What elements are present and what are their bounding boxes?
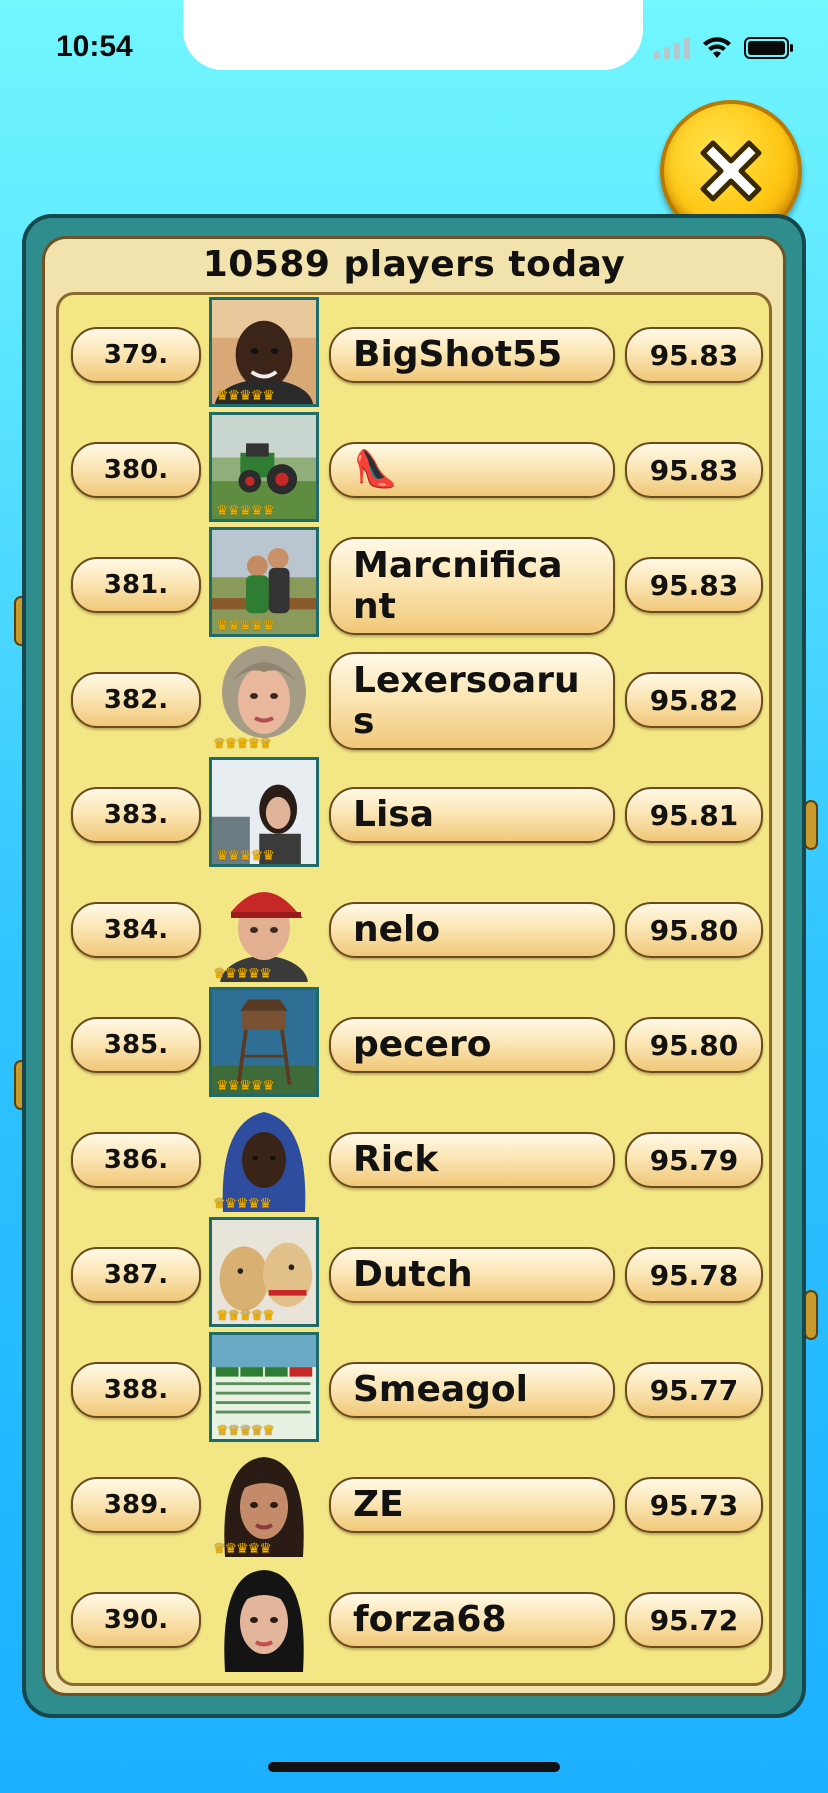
- player-name: Smeagol: [329, 1362, 615, 1418]
- player-name: Dutch: [329, 1247, 615, 1303]
- player-score: 95.73: [625, 1477, 763, 1533]
- player-score: 95.72: [625, 1592, 763, 1648]
- crown-rating: ♛♛♛♛♛: [216, 618, 275, 634]
- battery-icon: [744, 36, 794, 60]
- leaderboard-row[interactable]: 385. ♛♛♛♛♛ pecero 95.80: [59, 985, 769, 1100]
- crown-rating: ♛♛♛♛♛: [213, 1196, 272, 1212]
- crown-rating: ♛♛♛♛♛: [216, 848, 275, 864]
- rank-badge: 385.: [71, 1017, 201, 1073]
- player-name: Rick: [329, 1132, 615, 1188]
- frame-rivet: [804, 800, 818, 850]
- frame-rivet: [804, 1290, 818, 1340]
- rank-badge: 390.: [71, 1592, 201, 1648]
- player-avatar[interactable]: ♛♛♛♛♛: [209, 987, 319, 1097]
- player-name: pecero: [329, 1017, 615, 1073]
- black-hair-woman-avatar: [224, 1570, 304, 1672]
- player-avatar[interactable]: ♛♛♛♛♛: [209, 1332, 319, 1442]
- leaderboard-row[interactable]: 386. ♛♛♛♛♛ Rick 95.79: [59, 1100, 769, 1215]
- player-name: ZE: [329, 1477, 615, 1533]
- player-score: 95.80: [625, 1017, 763, 1073]
- status-icons: [654, 36, 794, 60]
- player-avatar[interactable]: ♛♛♛♛♛: [209, 1102, 319, 1212]
- leaderboard-row[interactable]: 390. forza68 95.72: [59, 1560, 769, 1675]
- player-score: 95.81: [625, 787, 763, 843]
- status-time: 10:54: [56, 30, 133, 63]
- leaderboard-row[interactable]: 387. ♛♛♛♛♛ Dutch 95.78: [59, 1215, 769, 1330]
- crown-rating: ♛♛♛♛♛: [213, 1541, 272, 1557]
- panel-title: 10589 players today: [202, 244, 626, 285]
- player-score: 95.83: [625, 327, 763, 383]
- crown-rating: ♛♛♛♛♛: [216, 1308, 275, 1324]
- player-avatar[interactable]: ♛♛♛♛♛: [209, 297, 319, 407]
- crown-rating: ♛♛♛♛♛: [216, 1078, 275, 1094]
- rank-badge: 382.: [71, 672, 201, 728]
- rank-badge: 379.: [71, 327, 201, 383]
- rank-badge: 386.: [71, 1132, 201, 1188]
- player-avatar[interactable]: ♛♛♛♛♛: [209, 872, 319, 982]
- player-score: 95.79: [625, 1132, 763, 1188]
- player-score: 95.82: [625, 672, 763, 728]
- player-avatar[interactable]: [209, 1562, 319, 1672]
- player-avatar[interactable]: ♛♛♛♛♛: [209, 642, 319, 752]
- rank-badge: 383.: [71, 787, 201, 843]
- player-name: Marcnifica nt: [329, 537, 615, 635]
- rank-badge: 388.: [71, 1362, 201, 1418]
- crown-rating: ♛♛♛♛♛: [213, 736, 272, 752]
- rank-badge: 387.: [71, 1247, 201, 1303]
- leaderboard-list[interactable]: 379. ♛♛♛♛♛ BigShot55 95.83 380. ♛♛♛♛♛ 👠 …: [56, 292, 772, 1686]
- player-avatar[interactable]: ♛♛♛♛♛: [209, 527, 319, 637]
- player-avatar[interactable]: ♛♛♛♛♛: [209, 1447, 319, 1557]
- rank-badge: 384.: [71, 902, 201, 958]
- crown-rating: ♛♛♛♛♛: [216, 503, 275, 519]
- player-name: nelo: [329, 902, 615, 958]
- player-name: Lisa: [329, 787, 615, 843]
- device-notch: [183, 0, 643, 70]
- rank-badge: 389.: [71, 1477, 201, 1533]
- leaderboard-row[interactable]: 384. ♛♛♛♛♛ nelo 95.80: [59, 870, 769, 985]
- player-avatar[interactable]: ♛♛♛♛♛: [209, 1217, 319, 1327]
- player-name: BigShot55: [329, 327, 615, 383]
- rank-badge: 381.: [71, 557, 201, 613]
- leaderboard-row[interactable]: 389. ♛♛♛♛♛ ZE 95.73: [59, 1445, 769, 1560]
- player-name: 👠: [329, 442, 615, 498]
- leaderboard-row[interactable]: 382. ♛♛♛♛♛ Lexersoaru s 95.82: [59, 640, 769, 755]
- player-score: 95.78: [625, 1247, 763, 1303]
- player-score: 95.83: [625, 442, 763, 498]
- rank-badge: 380.: [71, 442, 201, 498]
- player-avatar[interactable]: ♛♛♛♛♛: [209, 757, 319, 867]
- crown-rating: ♛♛♛♛♛: [213, 966, 272, 982]
- crown-rating: ♛♛♛♛♛: [216, 388, 275, 404]
- leaderboard-row[interactable]: 380. ♛♛♛♛♛ 👠 95.83: [59, 410, 769, 525]
- leaderboard-row[interactable]: 379. ♛♛♛♛♛ BigShot55 95.83: [59, 295, 769, 410]
- cellular-signal-icon: [654, 37, 690, 59]
- player-name: forza68: [329, 1592, 615, 1648]
- leaderboard-row[interactable]: 381. ♛♛♛♛♛ Marcnifica nt 95.83: [59, 525, 769, 640]
- player-avatar[interactable]: ♛♛♛♛♛: [209, 412, 319, 522]
- crown-rating: ♛♛♛♛♛: [216, 1423, 275, 1439]
- leaderboard-row[interactable]: 383. ♛♛♛♛♛ Lisa 95.81: [59, 755, 769, 870]
- player-name: Lexersoaru s: [329, 652, 615, 750]
- wifi-icon: [702, 36, 732, 60]
- player-score: 95.80: [625, 902, 763, 958]
- leaderboard-row[interactable]: 388. ♛♛♛♛♛ Smeagol 95.77: [59, 1330, 769, 1445]
- player-score: 95.83: [625, 557, 763, 613]
- player-score: 95.77: [625, 1362, 763, 1418]
- home-indicator[interactable]: [268, 1762, 560, 1772]
- close-icon: [700, 140, 762, 202]
